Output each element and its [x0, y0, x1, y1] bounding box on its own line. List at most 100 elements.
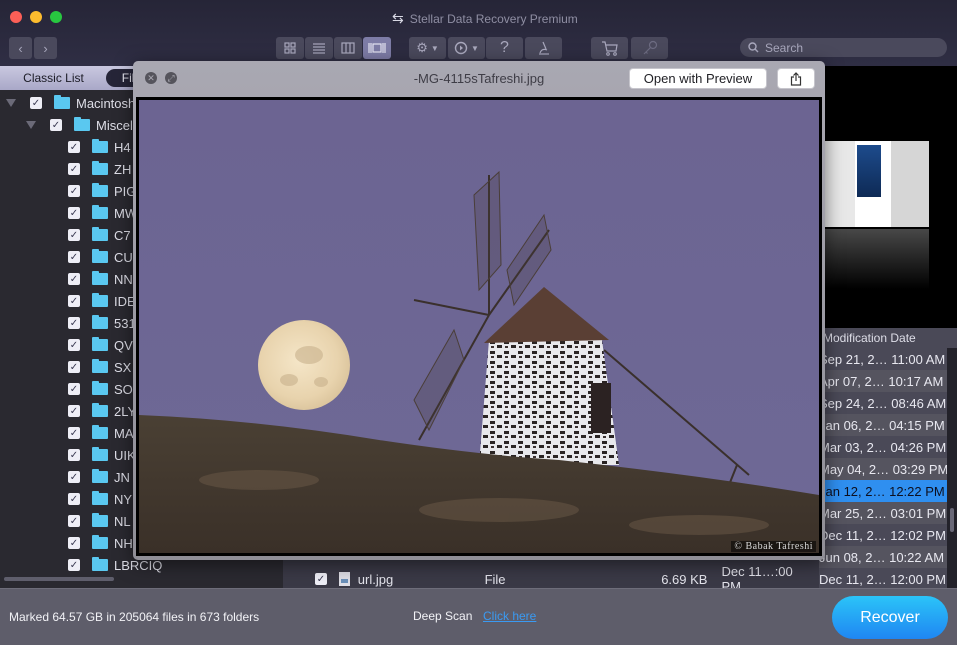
- window-zoom-button[interactable]: [50, 11, 62, 23]
- open-with-preview-button[interactable]: Open with Preview: [629, 68, 767, 89]
- tree-item-checkbox[interactable]: ✓: [68, 427, 80, 439]
- tree-item-checkbox[interactable]: ✓: [68, 361, 80, 373]
- search-input[interactable]: [765, 40, 935, 55]
- tree-item-checkbox[interactable]: ✓: [68, 493, 80, 505]
- date-cell[interactable]: Jan 06, 2… 04:15 PM: [819, 414, 949, 436]
- recover-button[interactable]: Recover: [832, 596, 948, 639]
- sidebar-horizontal-scrollbar[interactable]: [4, 577, 114, 581]
- list-view-button[interactable]: [305, 37, 333, 59]
- tree-item[interactable]: ✓ NN: [68, 268, 133, 290]
- search-field[interactable]: [740, 38, 947, 57]
- tree-item-checkbox[interactable]: ✓: [68, 185, 80, 197]
- scrollbar-thumb[interactable]: [950, 508, 954, 532]
- tree-item-label: QV: [114, 337, 133, 353]
- tree-item-checkbox[interactable]: ✓: [68, 251, 80, 263]
- tree-item[interactable]: ✓ JN: [68, 466, 130, 488]
- disclosure-triangle-icon[interactable]: [26, 121, 36, 129]
- tree-item-checkbox[interactable]: ✓: [68, 229, 80, 241]
- tree-item-checkbox[interactable]: ✓: [68, 471, 80, 483]
- grid-icon: [284, 42, 296, 54]
- tree-item[interactable]: ✓ MA: [68, 422, 134, 444]
- date-cell[interactable]: Apr 07, 2… 10:17 AM: [819, 370, 949, 392]
- quicklook-fullscreen-button[interactable]: ⤢: [165, 72, 177, 84]
- window-minimize-button[interactable]: [30, 11, 42, 23]
- tree-item-checkbox[interactable]: ✓: [50, 119, 62, 131]
- cover-flow-item[interactable]: [825, 141, 855, 227]
- date-cell[interactable]: Mar 03, 2… 04:26 PM: [819, 436, 949, 458]
- tree-item-checkbox[interactable]: ✓: [68, 515, 80, 527]
- search-icon: [748, 42, 759, 53]
- cover-flow-item[interactable]: [891, 141, 929, 227]
- buy-button[interactable]: [591, 37, 628, 59]
- deep-scan-link[interactable]: Click here: [483, 609, 536, 623]
- return-arrow-icon[interactable]: ⇆: [392, 10, 404, 27]
- date-cell[interactable]: Dec 11, 2… 12:00 PM: [819, 568, 949, 590]
- tree-item[interactable]: ✓ IDE: [68, 290, 136, 312]
- tab-classic-list[interactable]: Classic List: [6, 69, 101, 87]
- tree-item[interactable]: ✓ ZH: [68, 158, 131, 180]
- column-view-button[interactable]: [334, 37, 362, 59]
- tree-item[interactable]: ✓ Macintosh: [6, 92, 135, 114]
- tree-item[interactable]: ✓ NY: [68, 488, 132, 510]
- date-cell[interactable]: Jun 08, 2… 10:22 AM: [819, 546, 949, 568]
- tree-item-checkbox[interactable]: ✓: [68, 339, 80, 351]
- title-bar: ⇆ Stellar Data Recovery Premium ‹ › ⚙ ▼ …: [0, 0, 957, 66]
- tree-item-checkbox[interactable]: ✓: [68, 317, 80, 329]
- quicklook-close-button[interactable]: ✕: [145, 72, 157, 84]
- app-window: ⇆ Stellar Data Recovery Premium ‹ › ⚙ ▼ …: [0, 0, 957, 645]
- tree-item-checkbox[interactable]: ✓: [68, 163, 80, 175]
- cover-flow-item-current[interactable]: [855, 141, 891, 227]
- nav-forward-button[interactable]: ›: [34, 37, 57, 59]
- tree-item[interactable]: ✓ SO: [68, 378, 133, 400]
- date-cell[interactable]: Sep 24, 2… 08:46 AM: [819, 392, 949, 414]
- activate-button[interactable]: [631, 37, 668, 59]
- icon-view-button[interactable]: [276, 37, 304, 59]
- file-row[interactable]: ✓ url.jpg File 6.69 KB Dec 11…:00 PM: [303, 564, 815, 594]
- tree-item[interactable]: ✓ 2LY: [68, 400, 136, 422]
- tree-item-checkbox[interactable]: ✓: [68, 449, 80, 461]
- tree-item[interactable]: ✓ QV: [68, 334, 133, 356]
- tree-item-checkbox[interactable]: ✓: [68, 273, 80, 285]
- tree-item[interactable]: ✓ Miscel: [26, 114, 133, 136]
- date-cell[interactable]: May 04, 2… 03:29 PM: [819, 458, 949, 480]
- tree-item-checkbox[interactable]: ✓: [68, 295, 80, 307]
- resume-recovery-button[interactable]: ▼: [448, 37, 485, 59]
- tree-item[interactable]: ✓ MW: [68, 202, 137, 224]
- tree-item-checkbox[interactable]: ✓: [68, 207, 80, 219]
- tree-item[interactable]: ✓ SX: [68, 356, 131, 378]
- date-cell[interactable]: Mar 25, 2… 03:01 PM: [819, 502, 949, 524]
- tree-item-checkbox[interactable]: ✓: [68, 383, 80, 395]
- window-close-button[interactable]: [10, 11, 22, 23]
- nav-back-button[interactable]: ‹: [9, 37, 32, 59]
- date-cell[interactable]: Dec 11, 2… 12:02 PM: [819, 524, 949, 546]
- tree-item[interactable]: ✓ UIK: [68, 444, 136, 466]
- settings-menu-button[interactable]: ⚙ ▼: [409, 37, 446, 59]
- tree-item-checkbox[interactable]: ✓: [68, 537, 80, 549]
- tree-item-checkbox[interactable]: ✓: [68, 559, 80, 571]
- tree-item-checkbox[interactable]: ✓: [68, 405, 80, 417]
- column-header-modification-date[interactable]: Modification Date: [815, 328, 957, 348]
- help-button[interactable]: ?: [486, 37, 523, 59]
- tree-item[interactable]: ✓ PIG: [68, 180, 136, 202]
- tree-item-checkbox[interactable]: ✓: [68, 141, 80, 153]
- tree-item[interactable]: ✓ CU: [68, 246, 133, 268]
- tree-item[interactable]: ✓ NH: [68, 532, 133, 554]
- file-checkbox[interactable]: ✓: [315, 573, 327, 585]
- quicklook-panel: ✕ ⤢ -MG-4115sTafreshi.jpg Open with Prev…: [133, 61, 825, 560]
- tree-item[interactable]: ✓ NL: [68, 510, 131, 532]
- date-cell[interactable]: Sep 21, 2… 11:00 AM: [819, 348, 949, 370]
- date-cell[interactable]: Jan 12, 2… 12:22 PM: [819, 480, 949, 502]
- share-button[interactable]: [777, 68, 815, 89]
- tree-item-label: MA: [114, 425, 134, 441]
- scan-engine-button[interactable]: [525, 37, 562, 59]
- disclosure-triangle-icon[interactable]: [6, 99, 16, 107]
- moon: [258, 320, 350, 410]
- coverflow-view-button[interactable]: [363, 37, 391, 59]
- folder-icon: [92, 205, 108, 219]
- tree-item[interactable]: ✓ H4: [68, 136, 131, 158]
- file-list-scrollbar[interactable]: [947, 348, 957, 588]
- microscope-icon: [538, 41, 549, 55]
- tree-item[interactable]: ✓ C7: [68, 224, 131, 246]
- tree-item[interactable]: ✓ 531: [68, 312, 136, 334]
- tree-item-checkbox[interactable]: ✓: [30, 97, 42, 109]
